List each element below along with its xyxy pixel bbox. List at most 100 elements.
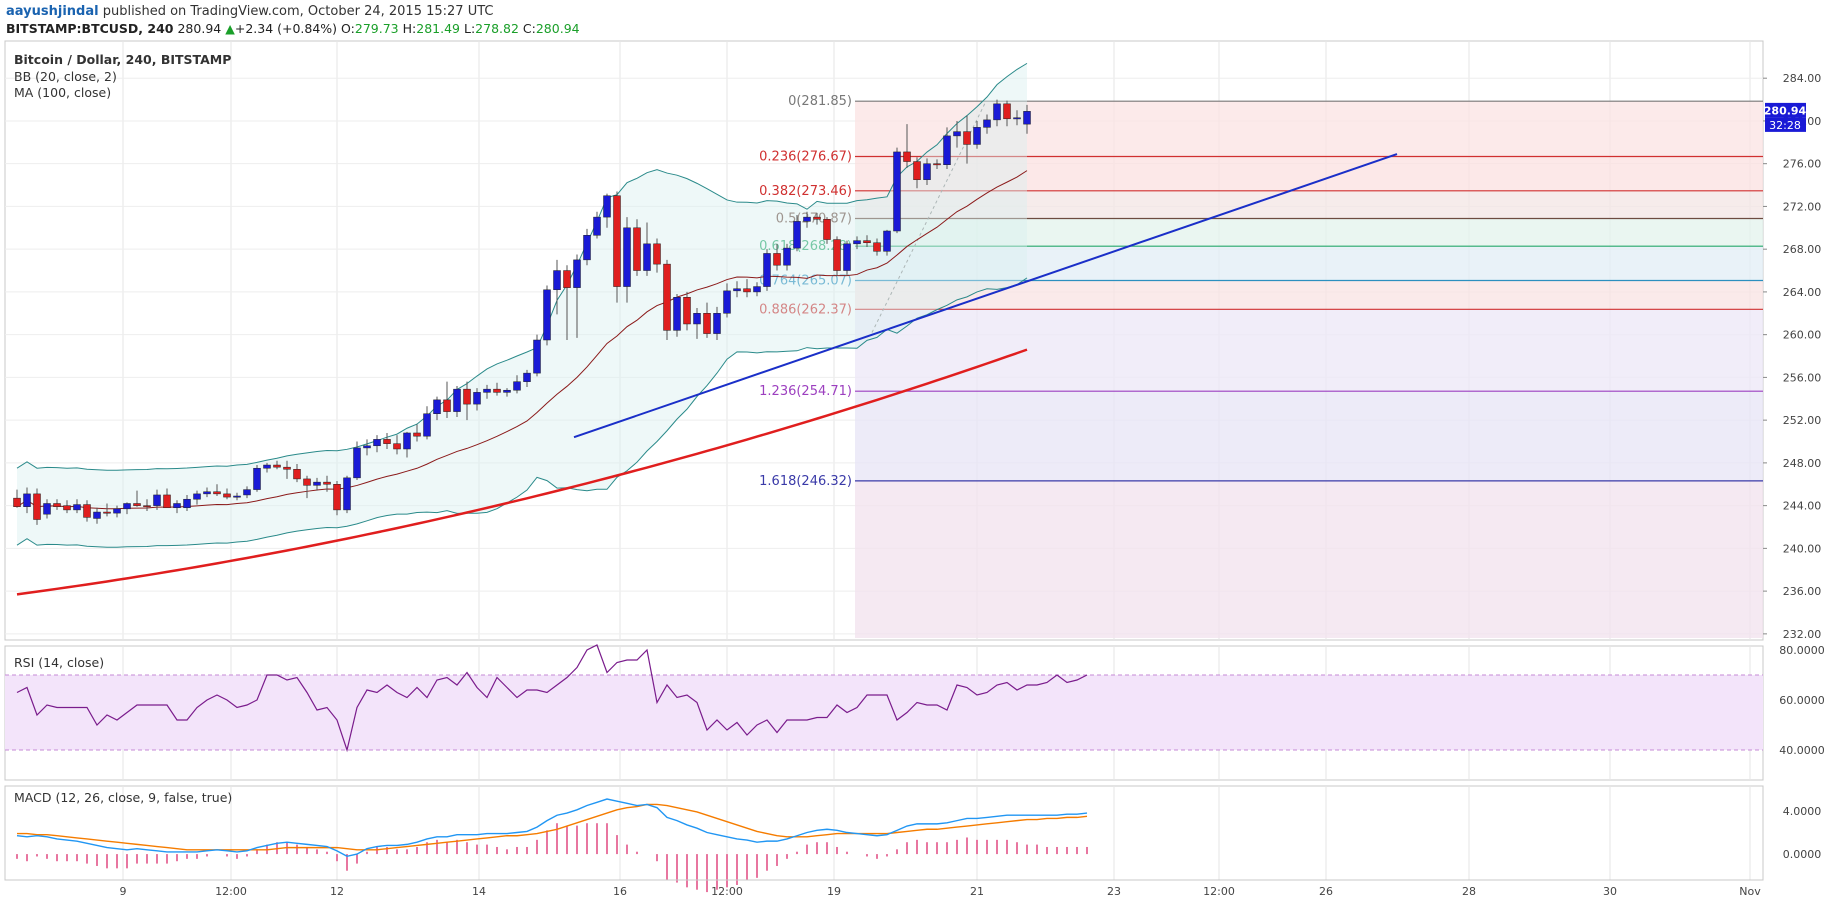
candle-body <box>523 372 531 382</box>
candle-body <box>413 432 421 437</box>
chart-header: aayushjindal published on TradingView.co… <box>0 0 1824 40</box>
candle-body <box>953 131 961 137</box>
candle-body <box>443 399 451 412</box>
candle-body <box>323 481 331 485</box>
price-axes: 284.00280.00276.00272.00268.00264.00260.… <box>1763 72 1821 641</box>
price-tick-label: 260.00 <box>1783 329 1822 342</box>
candle-body <box>843 243 851 271</box>
candle-body <box>893 151 901 232</box>
high-label: H: <box>402 21 417 36</box>
candle-body <box>543 289 551 341</box>
candle-body <box>133 503 141 506</box>
candle-body <box>873 242 881 252</box>
publish-line: aayushjindal published on TradingView.co… <box>6 4 493 19</box>
candle-body <box>383 439 391 444</box>
rsi-tick-label: 80.0000 <box>1779 644 1824 657</box>
candle-body <box>263 464 271 469</box>
low-value: 278.82 <box>475 21 519 36</box>
candle-body <box>503 389 511 393</box>
candle-body <box>563 270 571 288</box>
time-tick-label: 14 <box>472 885 486 898</box>
candle-body <box>183 498 191 509</box>
high-value: 281.49 <box>416 21 460 36</box>
candle-body <box>13 497 21 507</box>
open-label: O: <box>341 21 355 36</box>
candle-body <box>653 243 661 265</box>
candle-body <box>273 464 281 468</box>
candle-body <box>833 239 841 271</box>
last-price: 280.94 <box>177 21 222 36</box>
candle-body <box>783 247 791 266</box>
candle-body <box>153 494 161 506</box>
candle-body <box>723 290 731 314</box>
price-change: +2.34 (+0.84%) <box>234 21 338 36</box>
chart-canvas[interactable]: 0(281.85)0.236(276.67)0.382(273.46)0.5(2… <box>0 40 1824 907</box>
time-tick-label: 23 <box>1107 885 1121 898</box>
macd-tick-label: 0.0000 <box>1783 848 1822 861</box>
low-label: L: <box>463 21 476 36</box>
candle-body <box>1023 111 1031 125</box>
candle-body <box>743 288 751 293</box>
candle-body <box>83 504 91 518</box>
price-tick-label: 272.00 <box>1783 200 1822 213</box>
fib-zone <box>855 391 1763 481</box>
candle-body <box>823 218 831 240</box>
candle-body <box>303 478 311 486</box>
candle-body <box>103 511 111 514</box>
candle-body <box>903 151 911 162</box>
time-axis: 9 12:00 12 14 16 12:00 19 21 23 12:00 26 28 30 Nov <box>5 879 1763 898</box>
quote-line: BITSTAMP:BTCUSD, 240 280.94 ▲+2.34 (+0.8… <box>6 21 580 36</box>
candle-body <box>393 443 401 450</box>
rsi-tick-label: 60.0000 <box>1779 694 1824 707</box>
candle-body <box>533 339 541 374</box>
candle-body <box>613 195 621 287</box>
up-arrow-icon: ▲ <box>225 21 235 36</box>
candle-body <box>113 508 121 514</box>
candle-body <box>933 163 941 166</box>
candle-body <box>343 477 351 511</box>
candle-body <box>813 216 821 220</box>
candle-body <box>663 263 671 331</box>
candle-body <box>163 494 171 509</box>
time-tick-label: 12:00 <box>711 885 743 898</box>
candle-body <box>853 240 861 245</box>
candle-body <box>913 161 921 180</box>
candle-body <box>403 432 411 450</box>
fib-zone <box>855 309 1763 392</box>
time-tick-label: Nov <box>1739 885 1761 898</box>
author-link[interactable]: aayushjindal <box>6 4 99 19</box>
candle-body <box>143 505 151 508</box>
candle-body <box>223 493 231 498</box>
candle-body <box>453 388 461 412</box>
candle-body <box>673 297 681 331</box>
price-tick-label: 268.00 <box>1783 243 1822 256</box>
candle-body <box>333 484 341 511</box>
candle-body <box>373 439 381 447</box>
close-value: 280.94 <box>535 21 580 36</box>
macd-pane: 4.0000 0.0000 <box>16 798 1822 893</box>
candle-body <box>243 489 251 496</box>
candle-body <box>463 388 471 405</box>
indicator-legend: BB (20, close, 2) <box>14 69 117 84</box>
time-tick-label: 19 <box>827 885 841 898</box>
candle-body <box>583 235 591 261</box>
candle-body <box>1003 103 1011 120</box>
price-tick-label: 256.00 <box>1783 371 1822 384</box>
candle-body <box>943 135 951 166</box>
candle-body <box>573 259 581 288</box>
candle-body <box>233 495 241 498</box>
time-tick-label: 26 <box>1319 885 1333 898</box>
candle-body <box>203 491 211 495</box>
chart-title: Bitcoin / Dollar, 240, BITSTAMP <box>14 52 231 67</box>
published-text: published on TradingView.com, October 24… <box>98 4 494 19</box>
candle-body <box>293 469 301 480</box>
candle-body <box>73 504 81 511</box>
candle-body <box>773 253 781 266</box>
candle-body <box>763 253 771 287</box>
candle-body <box>803 216 811 222</box>
candle-body <box>433 399 441 414</box>
candle-body <box>313 481 321 486</box>
candle-body <box>683 297 691 325</box>
candle-body <box>593 216 601 236</box>
macd-tick-label: 4.0000 <box>1783 805 1822 818</box>
